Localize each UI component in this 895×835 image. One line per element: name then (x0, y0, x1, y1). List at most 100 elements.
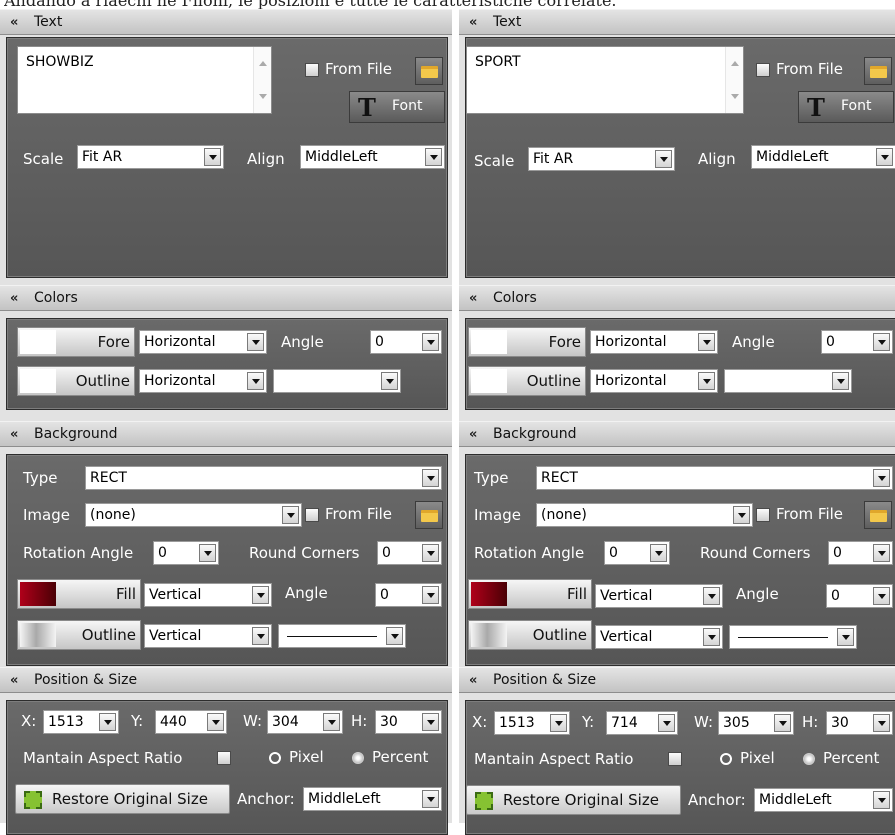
text-content-box[interactable]: SHOWBIZ (17, 46, 272, 114)
anchor-select[interactable]: MiddleLeft (303, 787, 442, 811)
image-from-file-checkbox[interactable] (756, 508, 770, 522)
image-from-file-checkbox[interactable] (305, 508, 319, 522)
scroll-up-icon[interactable] (259, 61, 267, 66)
h-select[interactable]: 30 (375, 710, 442, 734)
aspect-ratio-checkbox[interactable] (668, 752, 682, 766)
text-from-file-checkbox[interactable] (305, 63, 319, 77)
outline-color-button[interactable]: Outline (17, 366, 135, 396)
chevron-down-icon[interactable] (873, 714, 890, 732)
fill-color-button[interactable]: Fill (468, 579, 592, 609)
text-open-file-button[interactable] (415, 57, 443, 85)
chevron-down-icon[interactable] (252, 627, 269, 645)
font-button[interactable]: T Font (349, 91, 445, 123)
h-select[interactable]: 30 (826, 711, 893, 735)
fore-gradient-select[interactable]: Horizontal (139, 330, 267, 354)
outline-color-button[interactable]: Outline (468, 366, 586, 396)
scroll-down-icon[interactable] (731, 94, 739, 99)
text-content-box[interactable]: SPORT (466, 46, 744, 114)
text-section-header[interactable]: « Text (0, 9, 452, 35)
fore-color-button[interactable]: Fore (17, 327, 135, 357)
round-corners-select[interactable]: 0 (377, 541, 442, 565)
fore-gradient-select[interactable]: Horizontal (590, 330, 718, 354)
background-section-header[interactable]: « Background (459, 421, 895, 447)
background-section-header[interactable]: « Background (0, 421, 452, 447)
chevron-down-icon[interactable] (422, 469, 439, 487)
chevron-down-icon[interactable] (422, 333, 439, 351)
x-select[interactable]: 1513 (494, 711, 570, 735)
scroll-up-icon[interactable] (731, 61, 739, 66)
scale-select[interactable]: Fit AR (528, 147, 675, 171)
w-select[interactable]: 305 (718, 711, 794, 735)
outline-gradient-select[interactable]: Horizontal (590, 369, 718, 393)
chevron-down-icon[interactable] (703, 628, 720, 646)
percent-radio[interactable] (803, 753, 815, 765)
outline-style-select[interactable] (273, 369, 401, 393)
chevron-down-icon[interactable] (422, 544, 439, 562)
chevron-down-icon[interactable] (323, 713, 340, 731)
chevron-down-icon[interactable] (698, 372, 715, 390)
text-from-file-checkbox[interactable] (756, 63, 770, 77)
chevron-down-icon[interactable] (873, 791, 890, 809)
chevron-down-icon[interactable] (698, 333, 715, 351)
anchor-select[interactable]: MiddleLeft (754, 788, 893, 812)
chevron-down-icon[interactable] (658, 714, 675, 732)
chevron-down-icon[interactable] (422, 790, 439, 808)
line-style-select[interactable] (729, 625, 857, 649)
chevron-down-icon[interactable] (425, 148, 442, 166)
colors-section-header[interactable]: « Colors (0, 285, 452, 311)
chevron-down-icon[interactable] (204, 148, 221, 166)
chevron-down-icon[interactable] (199, 544, 216, 562)
colors-section-header[interactable]: « Colors (459, 285, 895, 311)
bg-outline-gradient-select[interactable]: Vertical (144, 624, 272, 648)
align-select[interactable]: MiddleLeft (300, 145, 445, 169)
x-select[interactable]: 1513 (43, 710, 119, 734)
pixel-radio[interactable] (720, 753, 732, 765)
bg-outline-color-button[interactable]: Outline (17, 620, 141, 650)
chevron-down-icon[interactable] (252, 586, 269, 604)
bg-outline-color-button[interactable]: Outline (468, 620, 592, 650)
fore-color-button[interactable]: Fore (468, 327, 586, 357)
aspect-ratio-checkbox[interactable] (217, 751, 231, 765)
color-angle-select[interactable]: 0 (821, 330, 893, 354)
chevron-down-icon[interactable] (655, 150, 672, 168)
percent-radio[interactable] (352, 752, 364, 764)
chevron-down-icon[interactable] (650, 544, 667, 562)
fill-color-button[interactable]: Fill (17, 579, 141, 609)
image-open-file-button[interactable] (864, 501, 892, 529)
chevron-down-icon[interactable] (876, 148, 893, 166)
chevron-down-icon[interactable] (832, 372, 849, 390)
chevron-down-icon[interactable] (422, 586, 439, 604)
chevron-down-icon[interactable] (873, 544, 890, 562)
chevron-down-icon[interactable] (282, 506, 299, 524)
rotation-angle-select[interactable]: 0 (604, 541, 670, 565)
image-select[interactable]: (none) (85, 503, 302, 527)
y-select[interactable]: 440 (155, 710, 227, 734)
y-select[interactable]: 714 (606, 711, 678, 735)
type-select[interactable]: RECT (85, 466, 442, 490)
chevron-down-icon[interactable] (207, 713, 224, 731)
chevron-down-icon[interactable] (873, 469, 890, 487)
fill-gradient-select[interactable]: Vertical (595, 584, 723, 608)
font-button[interactable]: T Font (798, 91, 894, 123)
position-section-header[interactable]: « Position & Size (0, 667, 452, 693)
text-section-header[interactable]: « Text (459, 9, 895, 35)
image-select[interactable]: (none) (536, 503, 753, 527)
bg-outline-gradient-select[interactable]: Vertical (595, 625, 723, 649)
chevron-down-icon[interactable] (247, 372, 264, 390)
fill-gradient-select[interactable]: Vertical (144, 583, 272, 607)
outline-gradient-select[interactable]: Horizontal (139, 369, 267, 393)
type-select[interactable]: RECT (536, 466, 893, 490)
text-open-file-button[interactable] (864, 57, 892, 85)
round-corners-select[interactable]: 0 (828, 541, 893, 565)
color-angle-select[interactable]: 0 (370, 330, 442, 354)
chevron-down-icon[interactable] (873, 333, 890, 351)
text-scrollbar[interactable] (253, 47, 271, 113)
chevron-down-icon[interactable] (381, 372, 398, 390)
chevron-down-icon[interactable] (550, 714, 567, 732)
scale-select[interactable]: Fit AR (77, 145, 224, 169)
chevron-down-icon[interactable] (733, 506, 750, 524)
chevron-down-icon[interactable] (837, 628, 854, 646)
w-select[interactable]: 304 (267, 710, 343, 734)
text-scrollbar[interactable] (725, 47, 743, 113)
chevron-down-icon[interactable] (386, 627, 403, 645)
